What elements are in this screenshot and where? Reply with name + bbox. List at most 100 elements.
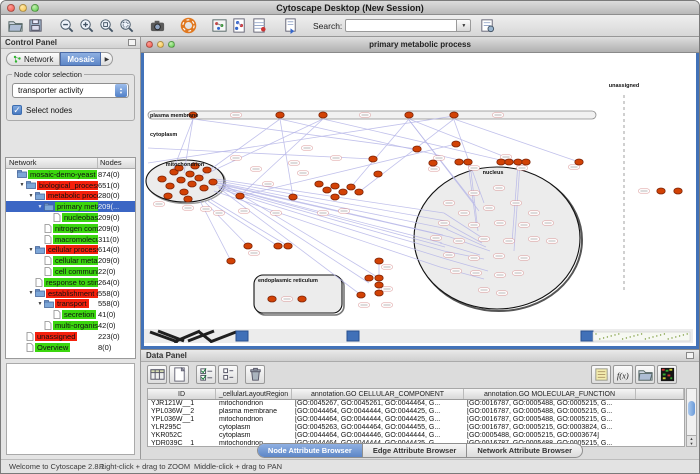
attr-delete-button[interactable]	[196, 365, 216, 384]
birdseye-view-panel[interactable]	[6, 363, 135, 455]
network-node[interactable]	[375, 258, 383, 264]
table-row[interactable]: YLR295Ccytoplasm[GO:0045263, GO:0044464,…	[148, 424, 684, 432]
network-node[interactable]	[289, 194, 297, 200]
network-node[interactable]	[452, 141, 460, 147]
network-node[interactable]	[315, 181, 323, 187]
network-node[interactable]	[209, 179, 217, 185]
attr-list-button[interactable]	[218, 365, 238, 384]
snapshot-button[interactable]	[147, 16, 167, 36]
network-node[interactable]	[276, 112, 284, 118]
network-node[interactable]	[244, 243, 252, 249]
tree-row[interactable]: ▼metabolic process280(0)	[6, 191, 135, 202]
search-settings-button[interactable]	[477, 16, 497, 36]
network-node[interactable]	[575, 159, 583, 165]
network-node[interactable]	[365, 275, 373, 281]
tree-row[interactable]: Overview8(0)	[6, 342, 135, 353]
tree-row[interactable]: nitrogen compo209(0)	[6, 223, 135, 234]
tree-row[interactable]: cellular metabo209(0)	[6, 255, 135, 266]
table-row[interactable]: YPL036W__2plasma membrane[GO:0044464, GO…	[148, 408, 684, 416]
network-node[interactable]	[339, 189, 347, 195]
network-node[interactable]	[331, 183, 339, 189]
tree-row[interactable]: ▼cellular process614(0)	[6, 245, 135, 256]
float-data-panel-icon[interactable]	[686, 352, 694, 359]
network-node[interactable]	[180, 189, 188, 195]
tab-edge-attribute-browser[interactable]: Edge Attribute Browser	[363, 444, 467, 457]
attr-trash-button[interactable]	[245, 365, 265, 384]
network-node[interactable]	[450, 112, 458, 118]
heatmap-button[interactable]	[657, 365, 677, 384]
tree-row[interactable]: unassigned223(0)	[6, 331, 135, 342]
network-node[interactable]	[236, 193, 244, 199]
tree-collapse-arrow[interactable]: ▼	[36, 301, 44, 307]
network-node[interactable]	[284, 243, 292, 249]
network-node[interactable]	[505, 159, 513, 165]
tab-node-attribute-browser[interactable]: Node Attribute Browser	[258, 444, 363, 457]
network-node[interactable]	[429, 160, 437, 166]
network-node[interactable]	[375, 290, 383, 296]
network-node[interactable]	[355, 189, 363, 195]
network-node[interactable]	[657, 188, 665, 194]
network-node[interactable]	[177, 177, 185, 183]
network-node[interactable]	[227, 258, 235, 264]
network-node[interactable]	[274, 243, 282, 249]
table-column-header[interactable]: annotation.GO MOLECULAR_FUNCTION	[464, 389, 636, 399]
table-row[interactable]: YKR052Ccytoplasm[GO:0044464, GO:0044446,…	[148, 432, 684, 440]
node-color-dropdown[interactable]: transporter activity ▲▼	[12, 83, 129, 98]
tab-network[interactable]: Network	[6, 52, 60, 66]
attr-new-button[interactable]	[169, 365, 189, 384]
overview-button[interactable]	[209, 16, 229, 36]
table-scrollbar[interactable]: ▲▼	[686, 388, 697, 447]
network-node[interactable]	[455, 159, 463, 165]
help-button[interactable]	[178, 16, 198, 36]
network-node[interactable]	[200, 185, 208, 191]
function-button[interactable]: f(x)	[613, 365, 633, 384]
table-row[interactable]: YPL036W__1mitochondrion[GO:0044464, GO:0…	[148, 416, 684, 424]
open-button[interactable]	[5, 16, 25, 36]
tree-row[interactable]: response to stimulu264(0)	[6, 277, 135, 288]
import-table-button[interactable]	[249, 16, 269, 36]
search-input[interactable]	[345, 19, 457, 32]
zoom-in-button[interactable]	[76, 16, 96, 36]
network-canvas[interactable]: plasma membranecytoplasmmitochondrionnuc…	[144, 53, 696, 346]
table-row[interactable]: YJR121W__1mitochondrion[GO:0045267, GO:0…	[148, 400, 684, 408]
network-node[interactable]	[323, 187, 331, 193]
network-node[interactable]	[298, 296, 306, 302]
tree-row[interactable]: ▼establishment of lo558(0)	[6, 288, 135, 299]
network-node[interactable]	[268, 296, 276, 302]
network-node[interactable]	[357, 292, 365, 298]
open-folder-button[interactable]	[635, 365, 655, 384]
more-tabs-button[interactable]: ▶	[101, 52, 113, 66]
tree-row[interactable]: ▼transport558(0)	[6, 299, 135, 310]
table-column-header[interactable]: _cellularLayoutRegion	[216, 389, 292, 399]
network-node[interactable]	[166, 183, 174, 189]
network-node[interactable]	[464, 159, 472, 165]
network-node[interactable]	[195, 175, 203, 181]
network-node[interactable]	[405, 112, 413, 118]
notes-button[interactable]	[591, 365, 611, 384]
network-node[interactable]	[674, 188, 682, 194]
network-node[interactable]	[374, 171, 382, 177]
network-node[interactable]	[497, 159, 505, 165]
network-node[interactable]	[186, 171, 194, 177]
network-node[interactable]	[188, 181, 196, 187]
network-window-titlebar[interactable]: primary metabolic process	[141, 37, 699, 53]
attr-columns-button[interactable]	[147, 365, 167, 384]
search-dropdown-button[interactable]: ▼	[457, 19, 471, 32]
tree-row[interactable]: secretion41(0)	[6, 309, 135, 320]
zoom-fit-button[interactable]	[116, 16, 136, 36]
network-node[interactable]	[158, 176, 166, 182]
network-node[interactable]	[164, 193, 172, 199]
import-network-button[interactable]	[229, 16, 249, 36]
network-node[interactable]	[375, 275, 383, 281]
tree-collapse-arrow[interactable]: ▼	[27, 290, 35, 296]
export-button[interactable]	[280, 16, 300, 36]
tree-row[interactable]: cell communicat22(0)	[6, 266, 135, 277]
tab-mosaic[interactable]: Mosaic	[60, 52, 101, 66]
tree-row[interactable]: ▼primary metabo209(...	[6, 201, 135, 212]
table-column-header[interactable]: annotation.GO CELLULAR_COMPONENT	[292, 389, 464, 399]
network-node[interactable]	[369, 156, 377, 162]
network-node[interactable]	[375, 282, 383, 288]
tree-row[interactable]: nucleobase-209(0)	[6, 212, 135, 223]
network-node[interactable]	[522, 159, 530, 165]
network-node[interactable]	[331, 194, 339, 200]
